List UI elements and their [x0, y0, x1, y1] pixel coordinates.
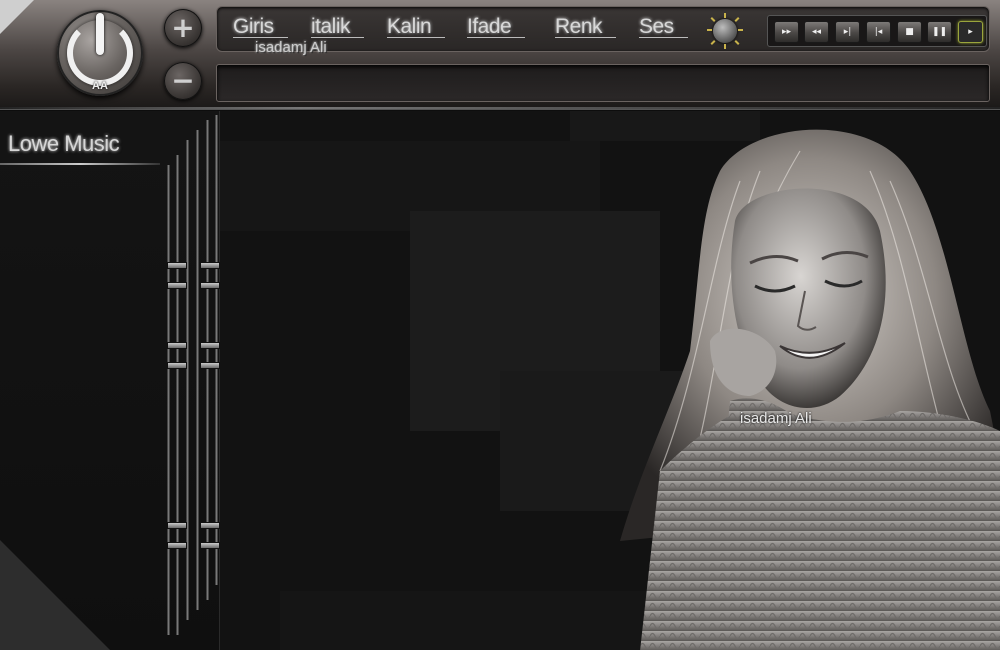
corner-decoration — [0, 540, 110, 650]
play-icon: ▸ — [968, 27, 973, 37]
brightness-ray — [710, 40, 716, 45]
brightness-icon — [713, 19, 737, 43]
slider-handle[interactable] — [167, 362, 187, 369]
brightness-button[interactable] — [707, 13, 743, 49]
power-button[interactable]: AA — [57, 10, 143, 96]
slider-handle[interactable] — [167, 342, 187, 349]
fast-forward-button[interactable]: ▸▸ — [774, 21, 799, 43]
slider-rail — [215, 115, 218, 585]
brightness-ray — [724, 44, 726, 49]
slider-handle[interactable] — [200, 282, 220, 289]
menu-item-renk[interactable]: Renk — [555, 15, 617, 39]
pause-icon: ❚❚ — [931, 27, 948, 37]
brightness-ray — [710, 17, 716, 22]
header-bar: AA + − Giris isadamj Ali italik Kalin If… — [0, 0, 1000, 110]
menu-item-giris[interactable]: Giris — [233, 15, 288, 39]
brightness-ray — [707, 29, 712, 31]
address-bar — [216, 64, 990, 102]
sidebar-title: Lowe Music — [8, 131, 120, 156]
rewind-icon: ◂◂ — [811, 27, 822, 37]
brightness-ray — [734, 40, 740, 45]
slider-rail — [176, 155, 179, 635]
menu-item-ifade[interactable]: Ifade — [467, 15, 526, 39]
photo-watermark: isadamj Ali — [740, 410, 812, 427]
stop-button[interactable]: ■ — [897, 21, 922, 43]
menu-strip: Giris isadamj Ali italik Kalin Ifade Ren… — [216, 6, 990, 56]
stop-icon: ■ — [905, 27, 914, 37]
menu-item-italik[interactable]: italik — [311, 15, 365, 39]
previous-track-button[interactable]: |◂ — [866, 21, 891, 43]
address-input[interactable] — [217, 65, 989, 101]
menu-item-kalin[interactable]: Kalin — [387, 15, 446, 39]
slider-handle[interactable] — [167, 522, 187, 529]
menu-sub-label: isadamj Ali — [255, 39, 327, 56]
previous-track-icon: |◂ — [874, 27, 883, 37]
slider-handle[interactable] — [200, 522, 220, 529]
zoom-out-button[interactable]: − — [164, 62, 202, 100]
corner-fold — [0, 0, 34, 34]
power-icon-stem — [96, 13, 104, 55]
plus-icon: + — [171, 11, 195, 44]
slider-handle[interactable] — [200, 342, 220, 349]
portrait-photo: isadamj Ali — [620, 129, 1000, 650]
slider-rail — [196, 130, 199, 610]
slider-handle[interactable] — [167, 262, 187, 269]
slider-handle[interactable] — [167, 542, 187, 549]
transport-controls: ▸▸ ◂◂ ▸| |◂ ■ ❚❚ ▸ — [767, 15, 987, 47]
sidebar-title-divider — [0, 163, 160, 165]
rewind-button[interactable]: ◂◂ — [804, 21, 829, 43]
slider-rail — [167, 165, 170, 635]
minus-icon: − — [171, 64, 195, 97]
brand-logo: AA — [92, 80, 108, 92]
slider-handle[interactable] — [167, 282, 187, 289]
brightness-ray — [724, 13, 726, 18]
play-button[interactable]: ▸ — [958, 21, 983, 43]
menu-item-ses[interactable]: Ses — [639, 15, 688, 39]
brightness-ray — [738, 29, 743, 31]
pause-button[interactable]: ❚❚ — [927, 21, 952, 43]
brightness-ray — [734, 17, 740, 22]
slider-handle[interactable] — [200, 262, 220, 269]
zoom-in-button[interactable]: + — [164, 9, 202, 47]
slider-handle[interactable] — [200, 542, 220, 549]
fast-forward-icon: ▸▸ — [781, 27, 792, 37]
next-track-button[interactable]: ▸| — [835, 21, 860, 43]
next-track-icon: ▸| — [843, 27, 852, 37]
slider-handle[interactable] — [200, 362, 220, 369]
